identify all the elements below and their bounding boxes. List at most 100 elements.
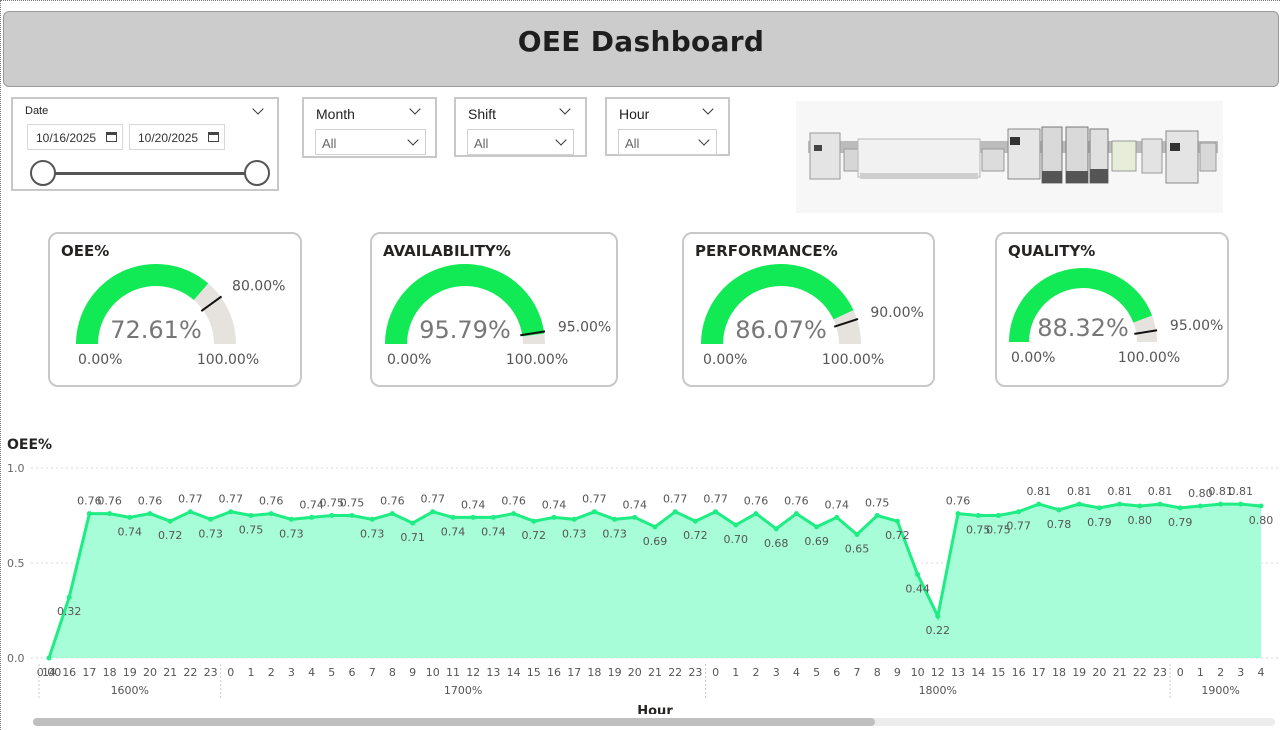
data-point[interactable] bbox=[127, 514, 133, 520]
data-point[interactable] bbox=[814, 524, 820, 530]
chevron-down-icon[interactable] bbox=[559, 103, 571, 115]
gauge-target-label: 80.00% bbox=[232, 279, 285, 295]
start-date-value: 10/16/2025 bbox=[36, 131, 97, 145]
data-label: 0.81 bbox=[1027, 485, 1052, 498]
range-start-handle[interactable] bbox=[30, 160, 56, 186]
data-point[interactable] bbox=[410, 520, 416, 526]
data-point[interactable] bbox=[309, 514, 315, 520]
x-tick-label: 22 bbox=[183, 666, 197, 679]
data-point[interactable] bbox=[1218, 501, 1224, 507]
data-point[interactable] bbox=[1197, 503, 1203, 509]
month-slicer[interactable]: Month All bbox=[302, 97, 437, 158]
data-point[interactable] bbox=[107, 511, 113, 517]
x-tick-label: 6 bbox=[349, 666, 356, 679]
data-point[interactable] bbox=[612, 516, 618, 522]
month-dropdown[interactable]: All bbox=[315, 129, 426, 155]
data-point[interactable] bbox=[672, 509, 678, 515]
data-label: 0.74 bbox=[461, 498, 486, 511]
chevron-down-icon[interactable] bbox=[698, 134, 710, 146]
x-tick-label: 6 bbox=[833, 666, 840, 679]
data-point[interactable] bbox=[1117, 501, 1123, 507]
data-point[interactable] bbox=[551, 514, 557, 520]
date-range-track bbox=[43, 172, 257, 175]
data-point[interactable] bbox=[1016, 509, 1022, 515]
data-point[interactable] bbox=[167, 518, 173, 524]
data-point[interactable] bbox=[793, 511, 799, 517]
data-point[interactable] bbox=[1157, 501, 1163, 507]
data-point[interactable] bbox=[187, 509, 193, 515]
calendar-icon[interactable] bbox=[208, 132, 219, 142]
end-date-input[interactable]: 10/20/2025 bbox=[129, 124, 225, 150]
data-point[interactable] bbox=[490, 514, 496, 520]
data-point[interactable] bbox=[894, 518, 900, 524]
shift-slicer[interactable]: Shift All bbox=[454, 97, 587, 157]
data-point[interactable] bbox=[1258, 503, 1264, 509]
data-point[interactable] bbox=[349, 513, 355, 518]
chevron-down-icon[interactable] bbox=[555, 134, 567, 146]
data-point[interactable] bbox=[834, 514, 840, 520]
data-point[interactable] bbox=[571, 516, 577, 522]
data-point[interactable] bbox=[430, 509, 436, 515]
range-end-handle[interactable] bbox=[244, 160, 270, 186]
chevron-down-icon[interactable] bbox=[409, 103, 421, 115]
data-point[interactable] bbox=[66, 594, 72, 600]
x-tick-label: 13 bbox=[951, 666, 965, 679]
data-point[interactable] bbox=[268, 511, 274, 517]
data-point[interactable] bbox=[1036, 501, 1042, 507]
x-tick-label: 10 bbox=[426, 666, 440, 679]
data-point[interactable] bbox=[147, 511, 153, 517]
data-point[interactable] bbox=[389, 511, 395, 517]
horizontal-scrollbar[interactable] bbox=[33, 718, 1275, 726]
data-point[interactable] bbox=[208, 516, 214, 522]
data-point[interactable] bbox=[248, 513, 254, 518]
data-label: 0.75 bbox=[340, 497, 365, 510]
data-point[interactable] bbox=[753, 511, 759, 517]
data-point[interactable] bbox=[652, 524, 658, 530]
data-point[interactable] bbox=[511, 511, 517, 517]
data-point[interactable] bbox=[329, 513, 335, 518]
data-label: 0.79 bbox=[1168, 516, 1193, 529]
x-tick-label: 21 bbox=[648, 666, 662, 679]
data-point[interactable] bbox=[369, 516, 375, 522]
data-point[interactable] bbox=[1096, 505, 1102, 511]
hour-slicer[interactable]: Hour All bbox=[605, 97, 730, 156]
data-point[interactable] bbox=[854, 532, 860, 537]
chevron-down-icon[interactable] bbox=[407, 134, 419, 146]
scrollbar-thumb[interactable] bbox=[33, 718, 875, 726]
data-point[interactable] bbox=[935, 613, 941, 619]
data-point[interactable] bbox=[874, 513, 880, 518]
data-point[interactable] bbox=[1177, 505, 1183, 511]
shift-dropdown[interactable]: All bbox=[467, 129, 574, 155]
data-point[interactable] bbox=[86, 511, 92, 517]
data-point[interactable] bbox=[1137, 503, 1143, 509]
data-point[interactable] bbox=[288, 516, 294, 522]
data-point[interactable] bbox=[1076, 501, 1082, 507]
data-point[interactable] bbox=[1238, 501, 1244, 507]
chevron-down-icon[interactable] bbox=[252, 103, 264, 115]
data-point[interactable] bbox=[773, 526, 779, 532]
data-point[interactable] bbox=[995, 513, 1001, 518]
data-point[interactable] bbox=[955, 511, 961, 517]
data-point[interactable] bbox=[531, 518, 537, 524]
data-point[interactable] bbox=[692, 518, 698, 524]
data-point[interactable] bbox=[915, 571, 921, 577]
calendar-icon[interactable] bbox=[106, 132, 117, 142]
data-point[interactable] bbox=[1056, 507, 1062, 513]
data-point[interactable] bbox=[470, 514, 476, 520]
data-point[interactable] bbox=[228, 509, 234, 515]
data-point[interactable] bbox=[733, 522, 739, 528]
chevron-down-icon[interactable] bbox=[702, 103, 714, 115]
hour-dropdown[interactable]: All bbox=[618, 129, 717, 155]
data-point[interactable] bbox=[975, 513, 981, 518]
data-point[interactable] bbox=[46, 655, 52, 661]
date-slicer[interactable]: Date 10/16/2025 10/20/2025 bbox=[11, 97, 279, 191]
start-date-input[interactable]: 10/16/2025 bbox=[27, 124, 123, 150]
data-point[interactable] bbox=[713, 509, 719, 515]
x-tick-label: 4 bbox=[308, 666, 315, 679]
data-point[interactable] bbox=[632, 514, 638, 520]
gauge-value-label: 88.32% bbox=[1037, 314, 1129, 342]
data-point[interactable] bbox=[450, 514, 456, 520]
gauge-target-label: 90.00% bbox=[870, 305, 923, 321]
data-point[interactable] bbox=[591, 509, 597, 515]
dashboard-page: OEE Dashboard Date 10/16/2025 10/20/2025… bbox=[0, 0, 1280, 730]
